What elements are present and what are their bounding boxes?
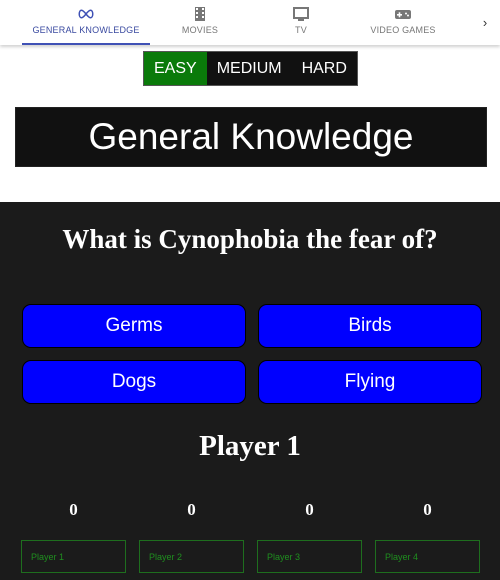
tab-scroll-right-button[interactable]: › (470, 0, 500, 45)
question-text: What is Cynophobia the fear of? (62, 224, 438, 254)
player-4-score: 0 (423, 500, 432, 519)
player-3-score: 0 (305, 500, 314, 519)
category-banner: General Knowledge (15, 107, 487, 167)
tab-label: GENERAL KNOWLEDGE (32, 25, 140, 35)
tab-tv[interactable]: TV (262, 0, 340, 45)
player-2-name-input[interactable] (139, 540, 244, 573)
answer-button-1[interactable]: Germs (22, 304, 246, 348)
chevron-right-icon: › (482, 15, 488, 30)
player-3-name-input[interactable] (257, 540, 362, 573)
tab-label: MOVIES (181, 25, 219, 35)
film-icon (195, 7, 205, 21)
difficulty-easy-button[interactable]: EASY (144, 52, 207, 85)
tab-label: VIDEO GAMES (370, 25, 436, 35)
infinity-icon (78, 9, 94, 19)
active-tab-indicator (22, 43, 150, 45)
gamepad-icon (395, 10, 411, 19)
player-4-name-input[interactable] (375, 540, 480, 573)
answer-button-4[interactable]: Flying (258, 360, 482, 404)
player-2-score: 0 (187, 500, 196, 519)
difficulty-medium-button[interactable]: MEDIUM (207, 52, 292, 85)
category-title: General Knowledge (88, 116, 414, 157)
player-1-score: 0 (69, 500, 78, 519)
game-panel: What is Cynophobia the fear of? Germs Bi… (0, 202, 500, 580)
tv-icon (293, 7, 309, 21)
current-player-label: Player 1 (199, 430, 301, 462)
category-tab-bar: GENERAL KNOWLEDGE MOVIES TV VIDEO GAMES … (0, 0, 500, 45)
tab-label: TV (295, 25, 307, 35)
player-1-name-input[interactable] (21, 540, 126, 573)
answer-button-3[interactable]: Dogs (22, 360, 246, 404)
difficulty-selector: EASY MEDIUM HARD (143, 51, 358, 86)
difficulty-hard-button[interactable]: HARD (292, 52, 357, 85)
tab-movies[interactable]: MOVIES (160, 0, 240, 45)
answer-button-2[interactable]: Birds (258, 304, 482, 348)
tab-general-knowledge[interactable]: GENERAL KNOWLEDGE (22, 0, 150, 45)
tab-video-games[interactable]: VIDEO GAMES (360, 0, 446, 45)
